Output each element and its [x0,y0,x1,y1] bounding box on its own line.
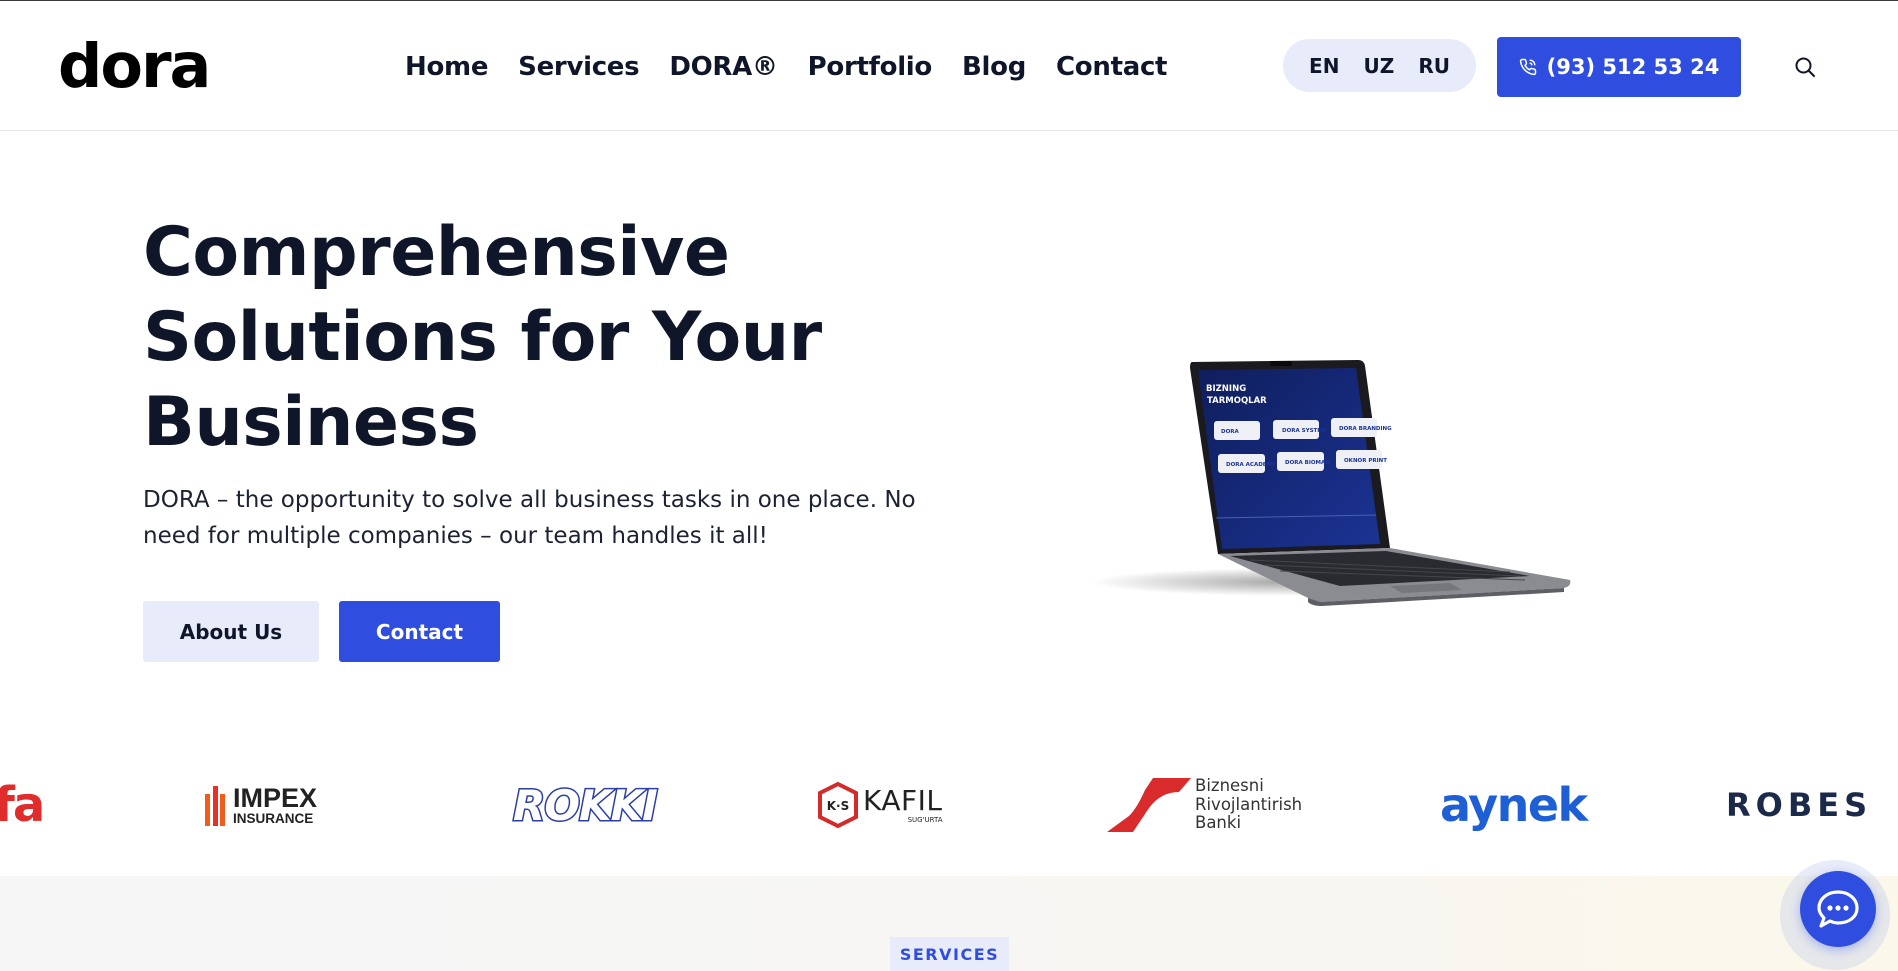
phone-button[interactable]: (93) 512 53 24 [1497,37,1741,97]
kafil-mark-icon: K·S [818,781,858,829]
hero-title-line: Solutions for Your [143,298,822,377]
phone-icon [1519,58,1536,76]
nav-blog[interactable]: Blog [962,49,1026,85]
svg-text:BIZNING: BIZNING [1206,384,1246,394]
site-header: dora Home Services DORA® Portfolio Blog … [0,1,1898,131]
search-icon[interactable] [1793,55,1817,79]
language-switcher: EN UZ RU [1283,39,1476,92]
services-badge: SERVICES [890,937,1009,971]
svg-text:DORA ACADEMY: DORA ACADEMY [1226,462,1277,468]
robes-text: ROBES [1726,786,1873,824]
bank-line-2: Rivojlantirish [1195,794,1303,814]
nav-portfolio[interactable]: Portfolio [808,49,933,85]
partner-logo-aynek[interactable]: aynek [1440,760,1588,850]
nav-home[interactable]: Home [405,49,488,85]
partner-logo-impex[interactable]: IMPEX INSURANCE [203,760,333,850]
contact-button[interactable]: Contact [339,601,500,662]
svg-text:DORA BIOMAN: DORA BIOMAN [1285,460,1330,466]
svg-text:TARMOQLAR: TARMOQLAR [1207,396,1267,406]
lang-ru[interactable]: RU [1418,54,1450,78]
lang-uz[interactable]: UZ [1364,54,1395,78]
aynek-text: aynek [1440,778,1588,832]
partner-fa-text: fa [0,777,45,833]
svg-text:K·S: K·S [827,799,850,813]
partner-logo-business-bank[interactable]: Biznesni Rivojlantirish Banki [1105,760,1305,850]
rokki-text: ROKKI [512,779,660,831]
dora-logo[interactable]: dora [58,41,240,96]
main-nav: Home Services DORA® Portfolio Blog Conta… [405,49,1197,85]
hero-title: Comprehensive Solutions for Your Busines… [143,210,903,465]
svg-text:dora: dora [58,41,209,96]
bank-line-1: Biznesni [1195,775,1264,795]
phone-number: (93) 512 53 24 [1546,55,1720,79]
about-us-button[interactable]: About Us [143,601,319,662]
chat-widget-button[interactable] [1800,871,1876,947]
nav-services[interactable]: Services [518,49,639,85]
impex-mark-icon [205,786,225,826]
bank-mark-icon [1107,778,1191,832]
partner-logo-rokki[interactable]: ROKKI [512,760,660,850]
nav-dora[interactable]: DORA® [669,49,778,85]
hero-description: DORA – the opportunity to solve all busi… [143,482,933,554]
lang-en[interactable]: EN [1309,54,1339,78]
impex-sub: INSURANCE [233,810,314,826]
hero-description-line: DORA – the opportunity to solve all busi… [143,487,916,513]
partners-logo-strip: fa IMPEX INSURANCE ROKKI K·S KAFIL SUG'U… [0,760,1898,850]
partner-logo-robes[interactable]: ROBES [1726,760,1898,850]
bank-line-3: Banki [1195,813,1242,833]
impex-name: IMPEX [233,782,318,813]
hero-title-line: Business [143,383,479,462]
svg-text:DORA: DORA [1221,429,1239,435]
kafil-name: KAFIL [863,783,943,817]
nav-contact[interactable]: Contact [1056,49,1167,85]
partner-logo-fa[interactable]: fa [0,760,50,850]
hero-description-line: need for multiple companies – our team h… [143,523,768,549]
chat-bubble-icon [1817,890,1859,928]
svg-text:OKNOR PRINT: OKNOR PRINT [1344,458,1387,464]
hero-title-line: Comprehensive [143,213,730,292]
svg-text:DORA SYSTEM: DORA SYSTEM [1282,428,1327,434]
svg-text:DORA BRANDING: DORA BRANDING [1339,426,1392,432]
partner-logo-kafil[interactable]: K·S KAFIL SUG'URTA [815,760,965,850]
laptop-illustration: BIZNING TARMOQLAR DORA DORA SYSTEM DORA … [1090,360,1571,606]
kafil-sub: SUG'URTA [907,815,943,824]
